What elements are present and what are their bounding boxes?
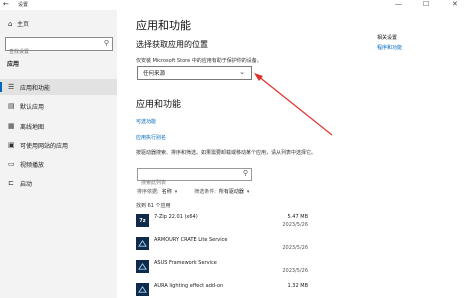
settings-search-box[interactable]: ⚲: [5, 37, 113, 58]
optional-features-link[interactable]: 可选功能: [136, 118, 156, 125]
choose-location-description: 仅安装 Microsoft Store 中的应用有助于保护你的设备。: [136, 58, 262, 64]
maximize-icon[interactable]: ☐: [423, 0, 429, 8]
default-apps-icon: ▤: [8, 102, 15, 110]
search-icon[interactable]: ⚲: [104, 39, 109, 47]
app-date: 2023/5/26: [282, 245, 308, 251]
chevron-down-icon: ⌄: [239, 68, 245, 76]
programs-features-link[interactable]: 程序和功能: [377, 44, 402, 51]
minimize-icon[interactable]: —: [395, 0, 402, 8]
7zip-app-icon: 7z: [136, 214, 149, 227]
window-title: 设置: [18, 2, 29, 8]
app-execution-alias-link[interactable]: 应用执行别名: [136, 134, 166, 141]
main-content: 应用和功能 选择获取应用的位置 仅安装 Microsoft Store 中的应用…: [117, 10, 474, 298]
filter-label: 筛选条件:: [194, 189, 216, 195]
sidebar-item-label: 应用和功能: [20, 84, 51, 92]
app-list-search-input[interactable]: [138, 177, 238, 189]
sidebar-item-label: 启动: [20, 180, 33, 188]
sidebar-item-offline-maps[interactable]: ▦ 离线地图: [0, 118, 117, 134]
page-title: 应用和功能: [136, 19, 191, 32]
list-item[interactable]: ARMOURY CRATE Lite Service 2023/5/26: [136, 236, 308, 256]
app-date: 2023/5/26: [282, 268, 308, 274]
filter-dropdown[interactable]: 所有驱动器: [219, 188, 244, 195]
sidebar-item-label: 默认应用: [20, 103, 45, 111]
app-size: 5.47 MB: [287, 214, 308, 220]
startup-icon: ⊏: [8, 179, 14, 187]
app-name: ARMOURY CRATE Lite Service: [154, 237, 228, 243]
armoury-logo-icon: [138, 239, 147, 247]
sidebar-section-title: 应用: [7, 61, 20, 68]
armoury-crate-app-icon: [136, 237, 149, 250]
video-icon: ▭: [8, 160, 15, 168]
sidebar-item-apps-features[interactable]: ☰ 应用和功能: [0, 79, 117, 95]
related-settings-heading: 相关设置: [377, 35, 398, 41]
home-icon: ⌂: [8, 19, 13, 28]
found-apps-count: 找到 61 个应用: [136, 203, 171, 209]
list-item[interactable]: ASUS Framework Service 2023/5/26: [136, 259, 308, 279]
sidebar-item-default-apps[interactable]: ▤ 默认应用: [0, 98, 117, 114]
chevron-down-icon[interactable]: ▾: [175, 189, 178, 195]
asus-framework-app-icon: [136, 260, 149, 273]
sidebar-item-label: 视频播放: [20, 161, 45, 169]
sort-label: 排序依据:: [137, 189, 159, 195]
app-source-dropdown[interactable]: 任何来源 ⌄: [137, 66, 252, 80]
app-date: 2023/5/26: [282, 222, 308, 228]
app-name: ASUS Framework Service: [154, 260, 217, 266]
app-name: 7-Zip 22.01 (x64): [154, 214, 198, 220]
close-icon[interactable]: ✕: [452, 0, 458, 8]
title-bar: ← 设置 — ☐ ✕: [0, 0, 474, 10]
dropdown-value: 任何来源: [143, 71, 166, 77]
choose-location-heading: 选择获取应用的位置: [136, 40, 208, 49]
sort-filter-row: 排序依据: 名称 ▾ 筛选条件: 所有驱动器 ▾: [137, 188, 263, 196]
list-item[interactable]: 7z 7-Zip 22.01 (x64) 5.47 MB 2023/5/26: [136, 213, 308, 233]
list-item[interactable]: AURA lighting effect add-on 1.32 MB: [136, 282, 308, 298]
sort-dropdown[interactable]: 名称: [162, 188, 172, 195]
search-icon[interactable]: ⚲: [243, 169, 248, 177]
sidebar-item-label: 可使用网站的应用: [20, 142, 69, 150]
apps-list-icon: ☰: [8, 83, 15, 91]
website-apps-icon: ▣: [8, 141, 15, 149]
map-icon: ▦: [8, 122, 15, 130]
app-name: AURA lighting effect add-on: [154, 283, 224, 289]
sidebar-item-label: 离线地图: [20, 123, 45, 131]
aura-logo-icon: [138, 285, 147, 293]
back-arrow-icon[interactable]: ←: [3, 0, 9, 8]
aura-app-icon: [136, 283, 149, 296]
sidebar-item-video-playback[interactable]: ▭ 视频播放: [0, 156, 117, 172]
sidebar: ⌂ 主页 ⚲ 应用 ☰ 应用和功能 ▤ 默认应用 ▦ 离线地图 ▣ 可使用网站的…: [0, 10, 117, 298]
apps-features-heading: 应用和功能: [136, 100, 182, 110]
app-size: 1.32 MB: [287, 283, 308, 289]
sidebar-item-website-apps[interactable]: ▣ 可使用网站的应用: [0, 137, 117, 153]
settings-search-input[interactable]: [6, 46, 96, 58]
asus-logo-icon: [138, 262, 147, 270]
chevron-down-icon[interactable]: ▾: [247, 189, 250, 195]
home-label: 主页: [17, 21, 30, 28]
filter-description: 按驱动器搜索、排序和筛选。如果需要卸载或移动某个应用，请从列表中选择它。: [136, 150, 317, 156]
sidebar-item-startup[interactable]: ⊏ 启动: [0, 175, 117, 191]
sidebar-home[interactable]: ⌂ 主页: [8, 19, 30, 29]
app-list-search-box[interactable]: ⚲: [137, 168, 252, 189]
